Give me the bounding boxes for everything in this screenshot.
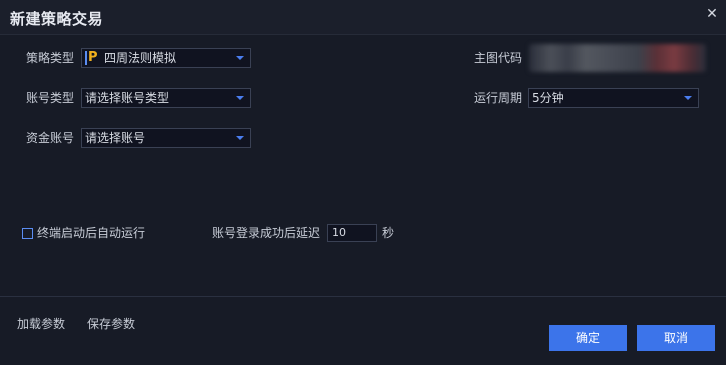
fund-account-select[interactable]: 请选择账号 xyxy=(81,128,251,148)
delay-input[interactable]: 10 xyxy=(327,224,377,242)
run-period-select[interactable]: 5分钟 xyxy=(528,88,699,108)
new-strategy-dialog: 新建策略交易 ✕ 策略类型 P 四周法则模拟 账号类型 请选择账号类型 资金账号… xyxy=(0,0,726,365)
account-type-label: 账号类型 xyxy=(26,91,75,105)
chevron-down-icon xyxy=(236,96,244,100)
save-params-button[interactable]: 保存参数 xyxy=(87,314,135,334)
account-type-value: 请选择账号类型 xyxy=(85,91,170,105)
run-period-label: 运行周期 xyxy=(474,91,523,105)
delay-label: 账号登录成功后延迟 xyxy=(212,226,321,240)
chevron-down-icon xyxy=(236,56,244,60)
main-code-label: 主图代码 xyxy=(474,51,523,65)
strategy-type-label: 策略类型 xyxy=(26,51,75,65)
load-params-button[interactable]: 加载参数 xyxy=(17,314,65,334)
close-icon[interactable]: ✕ xyxy=(704,6,720,22)
chevron-down-icon xyxy=(684,96,692,100)
chevron-down-icon xyxy=(236,136,244,140)
auto-run-checkbox[interactable] xyxy=(22,228,33,239)
title-divider xyxy=(0,34,726,35)
strategy-type-value: 四周法则模拟 xyxy=(104,51,177,65)
strategy-p-icon: P xyxy=(85,50,98,65)
fund-account-label: 资金账号 xyxy=(26,131,75,145)
dialog-titlebar: 新建策略交易 ✕ xyxy=(0,0,726,34)
footer-divider xyxy=(0,296,726,297)
fund-account-value: 请选择账号 xyxy=(85,131,146,145)
ok-button[interactable]: 确定 xyxy=(549,325,627,351)
dialog-title: 新建策略交易 xyxy=(10,10,104,28)
strategy-type-select[interactable]: P 四周法则模拟 xyxy=(81,48,251,68)
account-type-select[interactable]: 请选择账号类型 xyxy=(81,88,251,108)
run-period-value: 5分钟 xyxy=(532,91,564,105)
strategy-badge-letter: P xyxy=(88,50,98,65)
delay-unit: 秒 xyxy=(382,226,395,240)
main-code-field[interactable] xyxy=(529,44,706,72)
cancel-button[interactable]: 取消 xyxy=(637,325,715,351)
delay-value: 10 xyxy=(332,226,346,239)
auto-run-label: 终端启动后自动运行 xyxy=(37,226,146,240)
